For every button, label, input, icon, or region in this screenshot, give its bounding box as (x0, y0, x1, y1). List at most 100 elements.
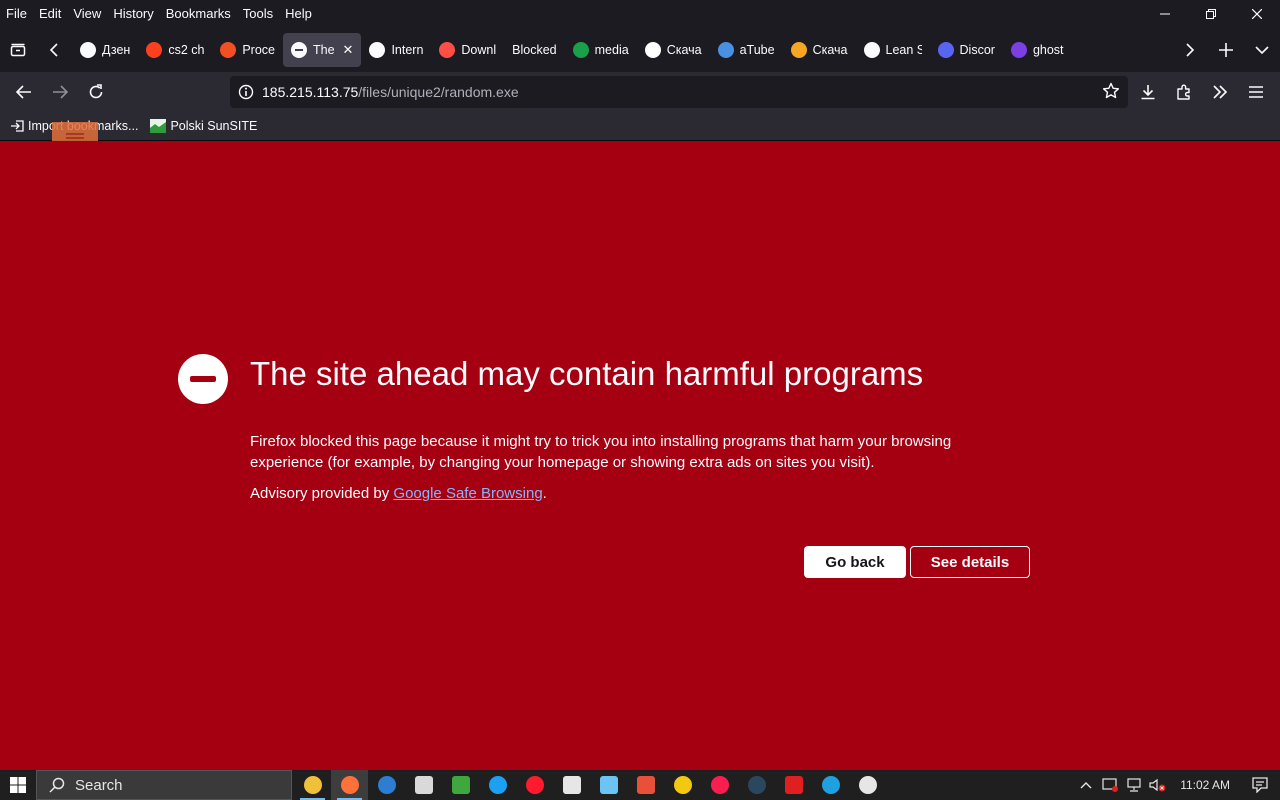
close-window-button[interactable] (1234, 0, 1280, 28)
reload-button[interactable] (78, 76, 114, 108)
site-info-button[interactable] (230, 84, 262, 100)
error-description: Firefox blocked this page because it mig… (250, 433, 952, 471)
window-controls (1142, 0, 1280, 28)
taskbar-app-8[interactable] (590, 770, 627, 800)
scroll-tabs-left-button[interactable] (36, 34, 72, 66)
tab-13[interactable]: ghost (1003, 33, 1072, 67)
tab-label: media (594, 43, 629, 57)
forward-button[interactable] (42, 76, 78, 108)
opera-icon (525, 776, 544, 794)
notifications-button[interactable] (1240, 777, 1280, 793)
taskbar-app-10[interactable] (664, 770, 701, 800)
scroll-tabs-right-button[interactable] (1172, 34, 1208, 66)
arrow-right-icon (53, 85, 68, 99)
taskbar-app-13[interactable] (775, 770, 812, 800)
taskbar-app-14[interactable] (812, 770, 849, 800)
double-chevron-right-icon (1213, 85, 1228, 99)
star-icon (1102, 82, 1120, 99)
play-icon (439, 42, 456, 58)
taskbar-app-15[interactable] (849, 770, 886, 800)
volume-muted-icon (1149, 778, 1166, 792)
tab-7[interactable]: media (565, 33, 637, 67)
url-host: 185.215.113.75 (262, 84, 359, 100)
network-button[interactable] (1122, 778, 1146, 792)
taskbar-search-box[interactable]: Search (36, 770, 292, 800)
downloads-button[interactable] (1130, 76, 1166, 108)
bookmark-polski-sunsite[interactable]: Polski SunSITE (144, 114, 263, 138)
taskbar-app-6[interactable] (516, 770, 553, 800)
arrow-left-icon (16, 85, 31, 99)
menu-edit[interactable]: Edit (33, 3, 67, 25)
taskbar-app-5[interactable] (479, 770, 516, 800)
menu-help[interactable]: Help (279, 3, 318, 25)
tab-0[interactable]: Дзен (72, 33, 138, 67)
taskbar-app-0[interactable] (294, 770, 331, 800)
taskbar-app-12[interactable] (738, 770, 775, 800)
taskbar: Search 11:02 AM (0, 770, 1280, 800)
tab-list-button[interactable] (0, 34, 36, 66)
minimize-button[interactable] (1142, 0, 1188, 28)
go-back-button[interactable]: Go back (804, 546, 906, 578)
taskbar-app-7[interactable] (553, 770, 590, 800)
network-icon (1127, 778, 1141, 792)
tab-1[interactable]: cs2 ch (138, 33, 212, 67)
app-menu-button[interactable] (1238, 76, 1274, 108)
tab-8[interactable]: Скача (637, 33, 710, 67)
taskbar-app-1[interactable] (331, 770, 368, 800)
menu-view[interactable]: View (67, 3, 107, 25)
discord-icon (937, 42, 954, 58)
restore-button[interactable] (1188, 0, 1234, 28)
show-hidden-icons-button[interactable] (1074, 781, 1098, 789)
taskbar-app-11[interactable] (701, 770, 738, 800)
tab-3[interactable]: The ✕ (282, 33, 362, 67)
advisory-text: Advisory provided by Google Safe Browsin… (250, 485, 547, 502)
menu-bar: File Edit View History Bookmarks Tools H… (0, 0, 1280, 28)
taskbar-app-4[interactable] (442, 770, 479, 800)
list-all-tabs-button[interactable] (1244, 34, 1280, 66)
bookmark-sunsite-label: Polski SunSITE (170, 119, 258, 133)
taskbar-app-9[interactable] (627, 770, 664, 800)
smiley-app-icon (673, 776, 692, 794)
file-explorer-icon (303, 776, 322, 794)
tab-label: Intern (391, 43, 424, 57)
url-bar[interactable]: 185.215.113.75/files/unique2/random.exe (230, 76, 1128, 108)
bookmark-star-button[interactable] (1102, 82, 1120, 103)
tab-5[interactable]: Downl (431, 33, 504, 67)
tab-label: Скача (812, 43, 848, 57)
tab-9[interactable]: aTube (710, 33, 783, 67)
chevron-right-icon (1186, 43, 1195, 57)
volume-button[interactable] (1146, 778, 1170, 792)
navigation-toolbar: 185.215.113.75/files/unique2/random.exe (0, 72, 1280, 112)
tab-label: Дзен (102, 43, 131, 57)
notification-icon (1252, 777, 1268, 793)
taskbar-app-2[interactable] (368, 770, 405, 800)
info-icon (238, 84, 254, 100)
tab-label: Proce (242, 43, 275, 57)
menu-bookmarks[interactable]: Bookmarks (160, 3, 237, 25)
menu-tools[interactable]: Tools (237, 3, 279, 25)
page-title: The site ahead may contain harmful progr… (250, 355, 924, 392)
google-safe-browsing-link[interactable]: Google Safe Browsing (393, 485, 542, 502)
extensions-button[interactable] (1166, 76, 1202, 108)
tab-6[interactable]: Blocked (504, 33, 564, 67)
see-details-button[interactable]: See details (910, 546, 1030, 578)
new-tab-button[interactable] (1208, 34, 1244, 66)
puzzle-icon (1177, 84, 1190, 100)
taskbar-app-3[interactable] (405, 770, 442, 800)
tab-10[interactable]: Скача (783, 33, 856, 67)
overflow-menu-button[interactable] (1202, 76, 1238, 108)
search-icon (49, 777, 65, 793)
ghost-icon (1010, 42, 1027, 58)
tab-2[interactable]: Proce (212, 33, 283, 67)
menu-file[interactable]: File (0, 3, 33, 25)
tab-4[interactable]: Intern (361, 33, 431, 67)
tray-app-button[interactable] (1098, 778, 1122, 792)
clock[interactable]: 11:02 AM (1170, 778, 1240, 792)
tab-12[interactable]: Discor (930, 33, 1003, 67)
close-tab-icon[interactable]: ✕ (343, 42, 354, 58)
tab-label: Lean S (885, 43, 922, 57)
menu-history[interactable]: History (107, 3, 159, 25)
start-button[interactable] (0, 770, 36, 800)
tab-11[interactable]: Lean S (856, 33, 930, 67)
back-button[interactable] (6, 76, 42, 108)
